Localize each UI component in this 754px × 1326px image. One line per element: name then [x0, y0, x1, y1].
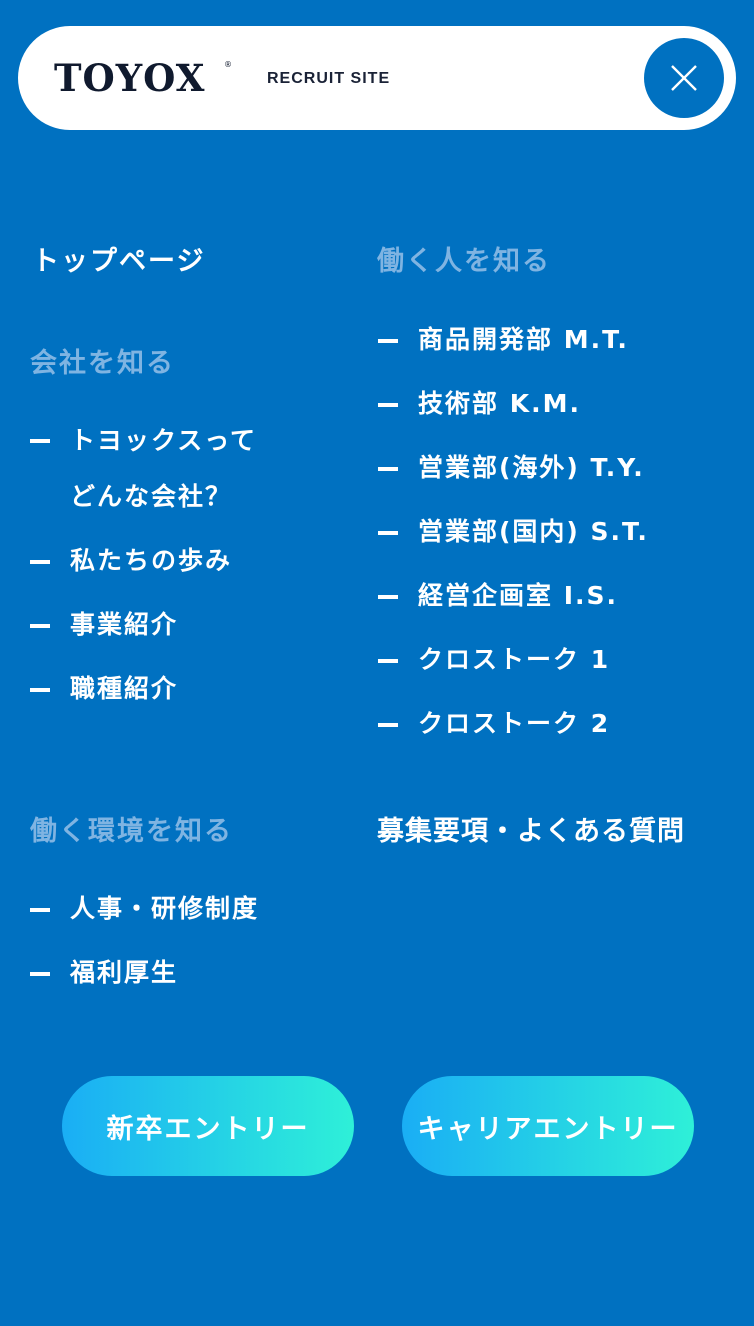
- dash-icon: [30, 624, 50, 628]
- toyox-logo[interactable]: TOYOX: [54, 56, 205, 100]
- nav-item-person-km[interactable]: 技術部 K.M.: [378, 388, 581, 420]
- dash-icon: [378, 531, 398, 535]
- nav-item-label: 商品開発部 M.T.: [418, 325, 629, 354]
- nav-item-hr-training[interactable]: 人事・研修制度: [30, 893, 260, 925]
- nav-heading-company: 会社を知る: [30, 348, 175, 379]
- nav-item-history[interactable]: 私たちの歩み: [30, 545, 233, 577]
- nav-item-label: 技術部 K.M.: [418, 389, 581, 418]
- nav-item-label: トヨックスって: [70, 426, 258, 455]
- dash-icon: [378, 659, 398, 663]
- header-bar: TOYOX ® RECRUIT SITE: [18, 26, 736, 130]
- nav-item-benefits[interactable]: 福利厚生: [30, 957, 179, 989]
- nav-item-label: クロストーク 1: [418, 645, 611, 674]
- nav-item-person-ty[interactable]: 営業部(海外) T.Y.: [378, 452, 645, 484]
- nav-item-person-mt[interactable]: 商品開発部 M.T.: [378, 324, 629, 356]
- nav-top-page[interactable]: トップページ: [32, 245, 205, 279]
- dash-icon: [30, 560, 50, 564]
- career-entry-button[interactable]: キャリアエントリー: [402, 1076, 694, 1176]
- nav-item-crosstalk-2[interactable]: クロストーク 2: [378, 708, 611, 740]
- dash-icon: [30, 972, 50, 976]
- recruit-site-label: RECRUIT SITE: [267, 70, 391, 87]
- nav-item-label: クロストーク 2: [418, 709, 611, 738]
- nav-item-label: どんな会社？: [70, 482, 233, 511]
- nav-item-person-st[interactable]: 営業部(国内) S.T.: [378, 516, 649, 548]
- dash-icon: [378, 467, 398, 471]
- dash-icon: [30, 908, 50, 912]
- registered-mark: ®: [224, 60, 232, 69]
- nav-item-label: 職種紹介: [70, 674, 179, 703]
- new-grad-entry-button[interactable]: 新卒エントリー: [62, 1076, 354, 1176]
- dash-icon: [30, 688, 50, 692]
- dash-icon: [378, 723, 398, 727]
- dash-icon: [378, 403, 398, 407]
- nav-item-job-types[interactable]: 職種紹介: [30, 673, 179, 705]
- nav-jobs-faq[interactable]: 募集要項・よくある質問: [377, 815, 685, 849]
- nav-heading-environment: 働く環境を知る: [30, 816, 233, 847]
- dash-icon: [378, 595, 398, 599]
- nav-heading-people: 働く人を知る: [377, 246, 551, 277]
- nav-item-person-is[interactable]: 経営企画室 I.S.: [378, 580, 619, 612]
- nav-item-label: 経営企画室 I.S.: [418, 581, 619, 610]
- dash-icon: [378, 339, 398, 343]
- nav-item-label: 営業部(国内) S.T.: [418, 517, 649, 546]
- nav-item-label: 営業部(海外) T.Y.: [418, 453, 645, 482]
- dash-icon: [30, 439, 50, 443]
- nav-item-business[interactable]: 事業紹介: [30, 609, 179, 641]
- close-icon: [671, 65, 697, 91]
- nav-item-label: 福利厚生: [70, 958, 179, 987]
- nav-item-crosstalk-1[interactable]: クロストーク 1: [378, 644, 611, 676]
- nav-item-about-company[interactable]: トヨックスって どんな会社？: [30, 413, 258, 525]
- close-menu-button[interactable]: [644, 38, 724, 118]
- nav-item-label: 私たちの歩み: [70, 546, 233, 575]
- nav-item-label: 事業紹介: [70, 610, 179, 639]
- nav-item-label: 人事・研修制度: [70, 894, 260, 923]
